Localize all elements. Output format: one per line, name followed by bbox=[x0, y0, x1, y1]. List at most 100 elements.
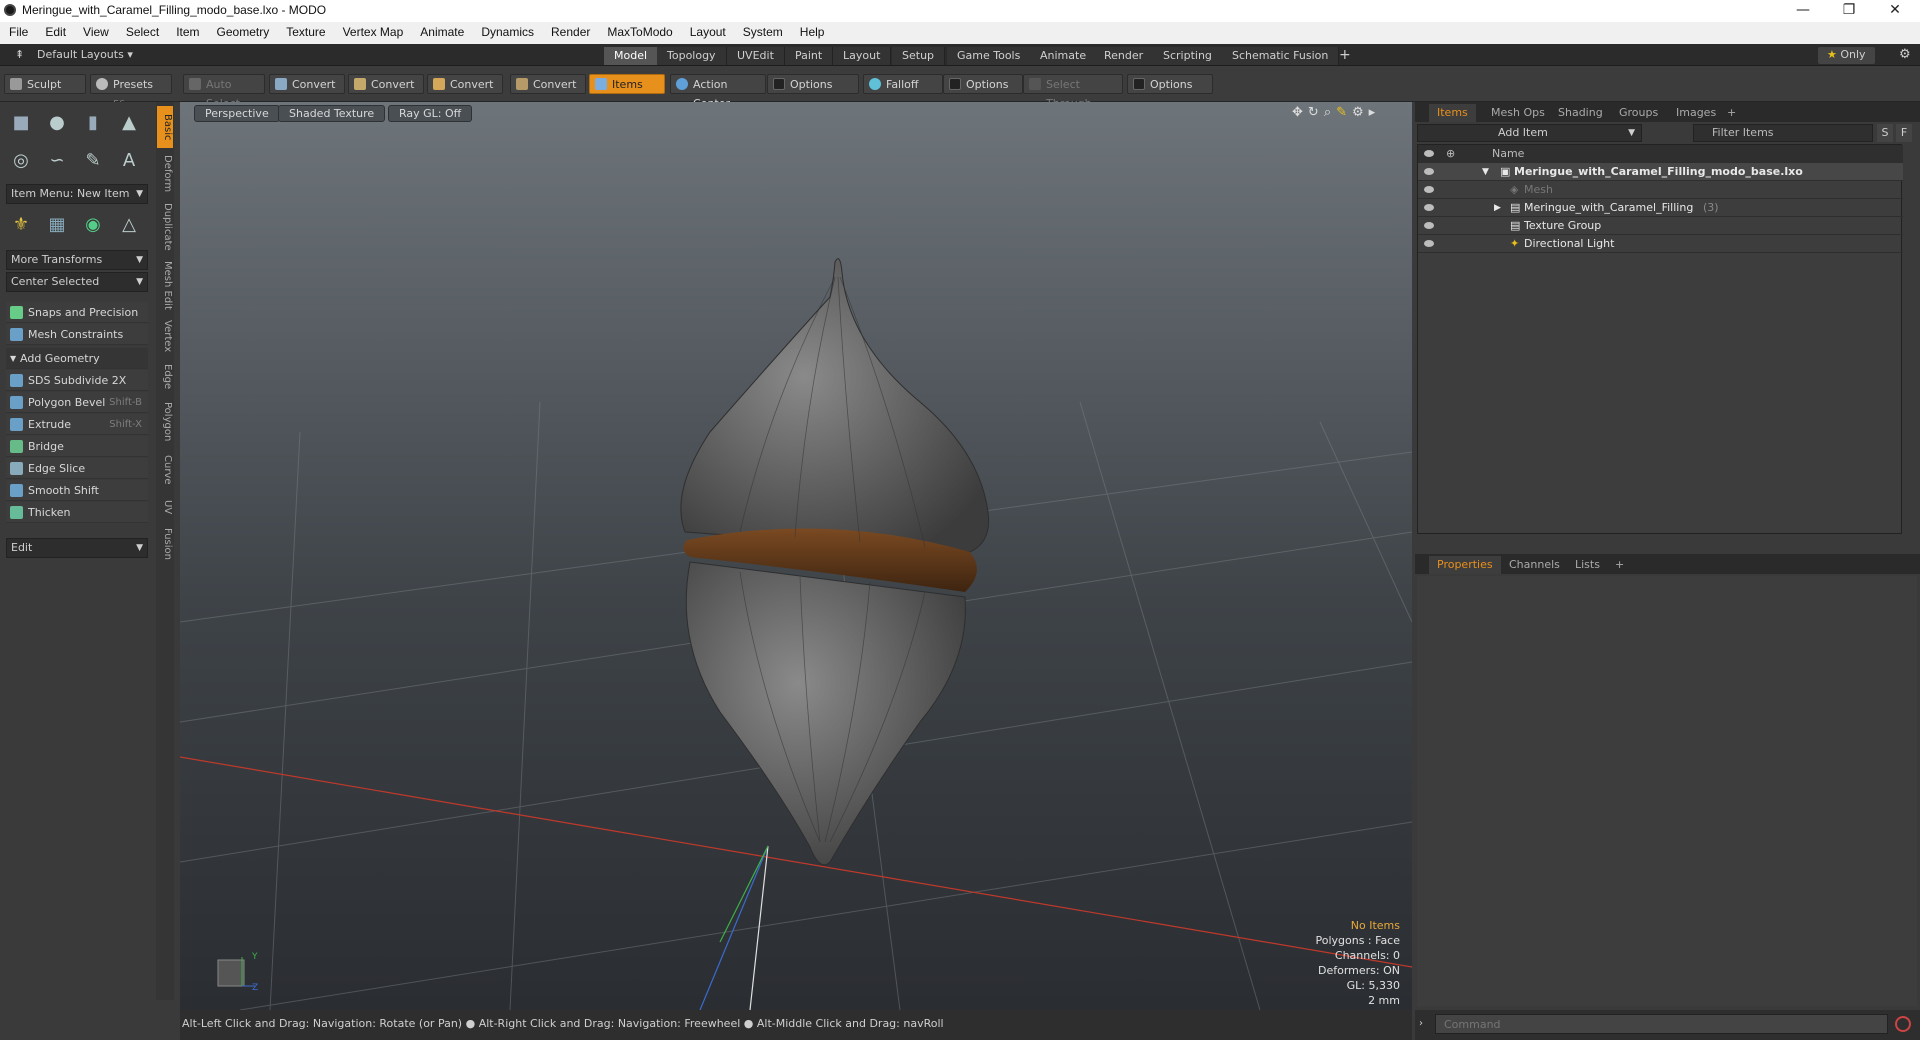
action-center-button[interactable]: Action Center bbox=[670, 74, 766, 110]
tab-properties[interactable]: Properties bbox=[1429, 556, 1501, 574]
tab-groups[interactable]: Groups bbox=[1611, 104, 1666, 122]
gear-icon[interactable]: ⚙ bbox=[1352, 105, 1369, 120]
cylinder-icon[interactable]: ▮ bbox=[76, 106, 110, 140]
falloff-options-button[interactable]: Options bbox=[943, 74, 1023, 94]
snaps-precision-button[interactable]: Snaps and Precision bbox=[6, 302, 148, 323]
menu-geometry[interactable]: Geometry bbox=[208, 22, 278, 39]
viewport-nav-icons[interactable]: ✥↻⌕✎⚙▸ bbox=[1292, 105, 1380, 120]
vtab-deform[interactable]: Deform bbox=[157, 152, 173, 196]
tab-mesh-ops[interactable]: Mesh Ops bbox=[1483, 104, 1553, 122]
convert-vertices-button[interactable]: Convert bbox=[269, 74, 345, 94]
add-tab-button[interactable]: + bbox=[1330, 47, 1360, 64]
eye-icon[interactable] bbox=[1424, 186, 1434, 193]
vtab-curve[interactable]: Curve bbox=[157, 450, 173, 490]
cube-icon[interactable]: ■ bbox=[4, 106, 38, 140]
perspective-button[interactable]: Perspective bbox=[194, 105, 280, 122]
falloff-button[interactable]: Falloff bbox=[863, 74, 943, 94]
menu-file[interactable]: File bbox=[0, 22, 36, 39]
s-button[interactable]: S bbox=[1877, 124, 1893, 142]
pencil-icon[interactable]: ✎ bbox=[1336, 105, 1352, 120]
tab-setup[interactable]: Setup bbox=[892, 47, 946, 65]
vtab-duplicate[interactable]: Duplicate bbox=[157, 200, 173, 254]
sculpt-button[interactable]: Sculpt bbox=[4, 74, 86, 94]
text-icon[interactable]: A bbox=[112, 144, 146, 178]
edge-slice-button[interactable]: Edge Slice bbox=[6, 458, 148, 479]
tree-row[interactable]: ▼ ▣ Meringue_with_Caramel_Filling_modo_bas… bbox=[1418, 163, 1903, 181]
menu-texture[interactable]: Texture bbox=[277, 22, 333, 39]
menu-animate[interactable]: Animate bbox=[411, 22, 472, 39]
f-button[interactable]: F bbox=[1896, 124, 1912, 142]
tree-row[interactable]: ▤ Texture Group bbox=[1418, 217, 1903, 235]
torus-icon[interactable]: ◎ bbox=[4, 144, 38, 178]
menu-vertex-map[interactable]: Vertex Map bbox=[334, 22, 412, 39]
more-transforms-dropdown[interactable]: More Transforms ▼ bbox=[6, 250, 148, 270]
tab-items[interactable]: Items bbox=[1429, 104, 1476, 122]
tab-images[interactable]: Images bbox=[1668, 104, 1724, 122]
bridge-button[interactable]: Bridge bbox=[6, 436, 148, 457]
select-through-button[interactable]: Select Through bbox=[1023, 74, 1123, 110]
close-button[interactable]: ✕ bbox=[1872, 0, 1918, 22]
tab-lists[interactable]: Lists bbox=[1567, 556, 1608, 574]
eye-icon[interactable] bbox=[1424, 240, 1434, 247]
record-icon[interactable] bbox=[1895, 1016, 1911, 1032]
center-selected-dropdown[interactable]: Center Selected ▼ bbox=[6, 272, 148, 292]
smooth-shift-button[interactable]: Smooth Shift bbox=[6, 480, 148, 501]
maximize-button[interactable]: ❐ bbox=[1826, 0, 1872, 22]
vtab-polygon[interactable]: Polygon bbox=[157, 398, 173, 446]
convert-materials-button[interactable]: Convert bbox=[510, 74, 586, 94]
items-mode-button[interactable]: Items bbox=[589, 74, 665, 94]
menu-dynamics[interactable]: Dynamics bbox=[472, 22, 542, 39]
tab-paint[interactable]: Paint bbox=[785, 47, 834, 65]
filter-items-input[interactable]: Filter Items bbox=[1693, 124, 1873, 142]
locator-icon[interactable]: ⚜ bbox=[4, 208, 38, 242]
tab-schematic-fusion[interactable]: Schematic Fusion bbox=[1222, 47, 1340, 65]
globe-icon[interactable]: ◉ bbox=[76, 208, 110, 242]
vtab-basic[interactable]: Basic bbox=[157, 106, 173, 148]
pyramid-icon[interactable]: △ bbox=[112, 208, 146, 242]
tab-animate[interactable]: Animate bbox=[1030, 47, 1098, 65]
tab-uvedit[interactable]: UVEdit bbox=[727, 47, 785, 65]
add-item-dropdown[interactable]: Add Item ▼ bbox=[1417, 124, 1642, 142]
capsule-icon[interactable]: ∽ bbox=[40, 144, 74, 178]
extrude-button[interactable]: Extrude Shift-X bbox=[6, 414, 148, 435]
menu-system[interactable]: System bbox=[734, 22, 791, 39]
thicken-button[interactable]: Thicken bbox=[6, 502, 148, 523]
vtab-fusion[interactable]: Fusion bbox=[157, 524, 173, 564]
menu-item[interactable]: Item bbox=[167, 22, 207, 39]
pan-icon[interactable]: ✥ bbox=[1292, 105, 1308, 120]
vtab-uv[interactable]: UV bbox=[157, 494, 173, 520]
tab-shading[interactable]: Shading bbox=[1550, 104, 1611, 122]
only-toggle[interactable]: ★ Only bbox=[1818, 47, 1875, 64]
play-icon[interactable]: ▸ bbox=[1369, 105, 1381, 120]
pen-icon[interactable]: ✎ bbox=[76, 144, 110, 178]
eye-icon[interactable] bbox=[1424, 222, 1434, 229]
shaded-texture-button[interactable]: Shaded Texture bbox=[278, 105, 386, 122]
3d-viewport[interactable]: Y Z Perspective Shaded Texture Ray GL: O… bbox=[180, 102, 1412, 1010]
menu-render[interactable]: Render bbox=[542, 22, 598, 39]
tab-topology[interactable]: Topology bbox=[657, 47, 727, 65]
tab-scripting[interactable]: Scripting bbox=[1153, 47, 1223, 65]
menu-help[interactable]: Help bbox=[791, 22, 833, 39]
menu-edit[interactable]: Edit bbox=[36, 22, 74, 39]
tab-model[interactable]: Model bbox=[604, 47, 659, 65]
convert-edges-button[interactable]: Convert bbox=[348, 74, 424, 94]
add-tab-icon[interactable]: + bbox=[1719, 104, 1744, 122]
command-input[interactable] bbox=[1435, 1014, 1888, 1034]
menu-view[interactable]: View bbox=[74, 22, 117, 39]
select-through-options-button[interactable]: Options bbox=[1127, 74, 1213, 94]
eye-icon[interactable] bbox=[1424, 204, 1434, 211]
mesh-constraints-button[interactable]: Mesh Constraints bbox=[6, 324, 148, 345]
tab-channels[interactable]: Channels bbox=[1501, 556, 1568, 574]
rotate-icon[interactable]: ↻ bbox=[1308, 105, 1324, 120]
tab-render[interactable]: Render bbox=[1094, 47, 1155, 65]
polygon-bevel-button[interactable]: Polygon Bevel Shift-B bbox=[6, 392, 148, 413]
auto-select-button[interactable]: Auto Select bbox=[183, 74, 265, 110]
menu-maxtomodo[interactable]: MaxToModo bbox=[598, 22, 680, 39]
eye-icon[interactable] bbox=[1424, 168, 1434, 175]
tree-row[interactable]: ▶ ▤ Meringue_with_Caramel_Filling (3) bbox=[1418, 199, 1903, 217]
tab-layout[interactable]: Layout bbox=[833, 47, 892, 65]
tab-game-tools[interactable]: Game Tools bbox=[947, 47, 1032, 65]
sphere-icon[interactable]: ● bbox=[40, 106, 74, 140]
minimize-button[interactable]: — bbox=[1780, 0, 1826, 22]
default-layouts-dropdown[interactable]: Default Layouts ▾ bbox=[28, 47, 142, 64]
